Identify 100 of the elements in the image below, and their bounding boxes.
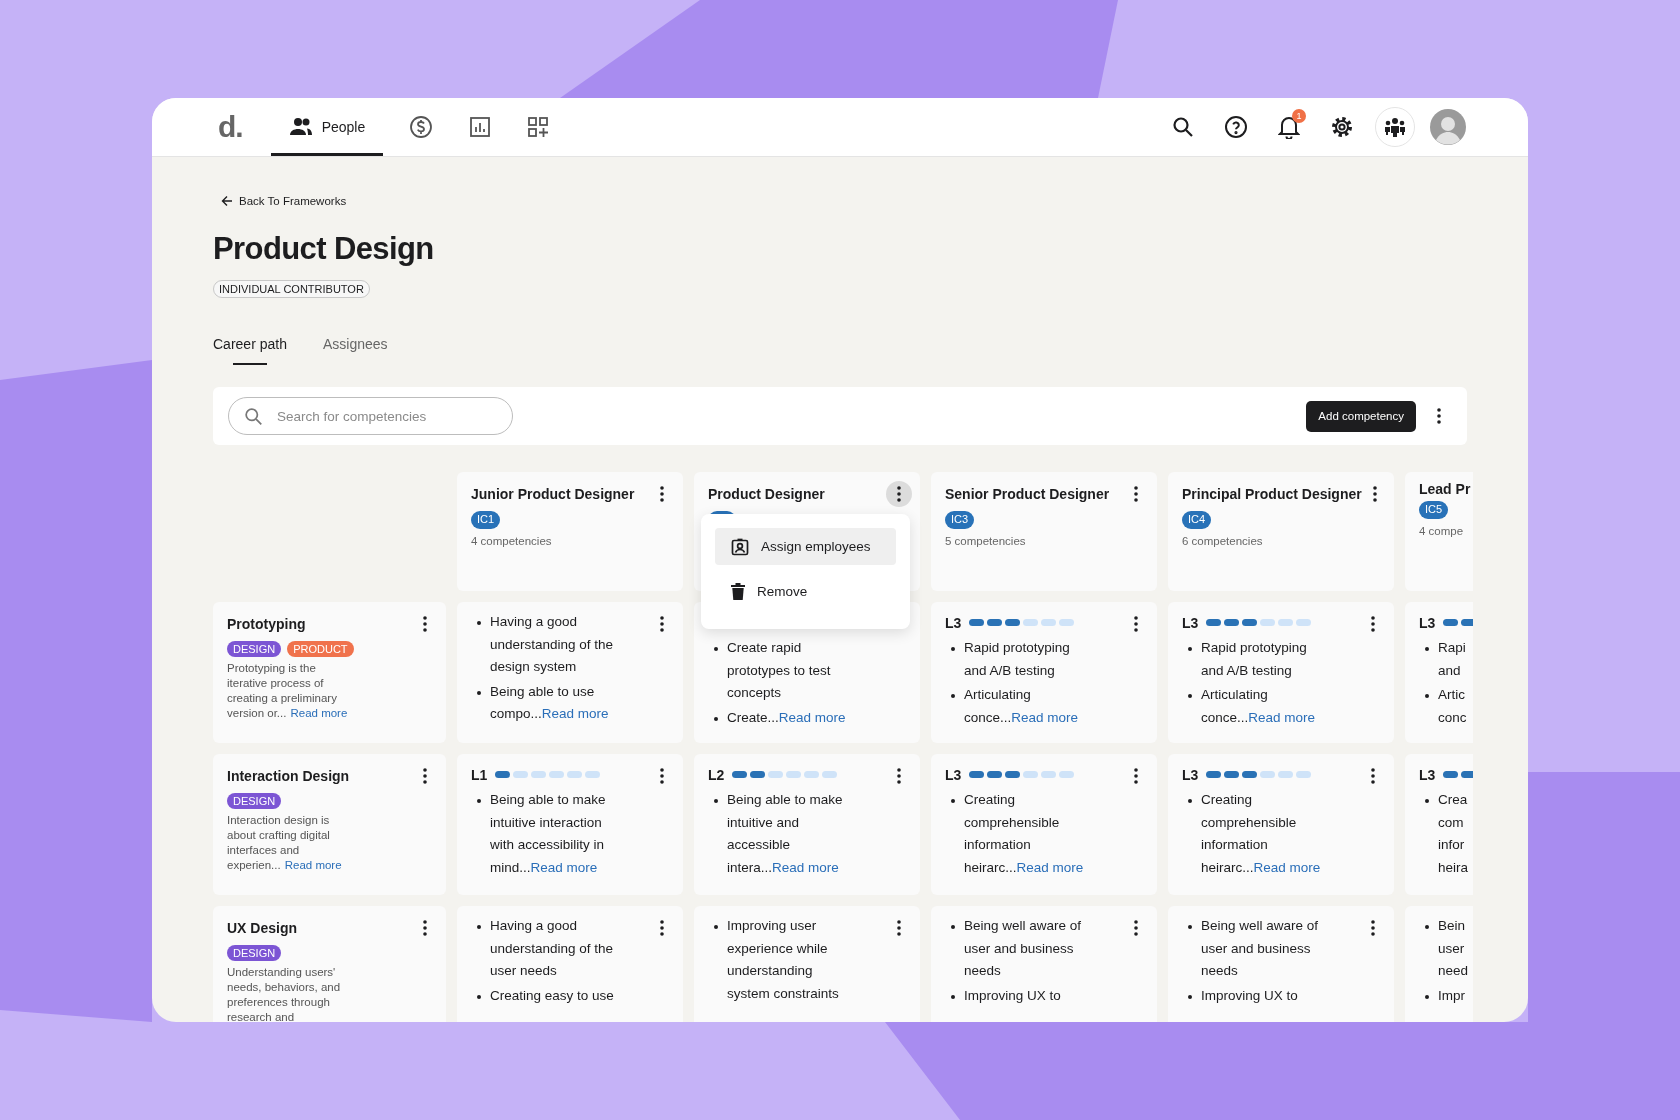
- bullet-icon: [1188, 994, 1192, 999]
- search-field[interactable]: Search for competencies: [228, 397, 513, 435]
- kebab-icon: [423, 768, 427, 784]
- logo: d.: [218, 110, 243, 144]
- kebab-icon: [1371, 768, 1375, 784]
- level-label: L3: [1419, 766, 1436, 783]
- competency-count: 4 competencies: [471, 535, 553, 547]
- bullet-text: Artic conc: [1438, 686, 1467, 727]
- read-more-link[interactable]: Read more: [1253, 859, 1321, 875]
- competency-description: Prototyping is the iterative process of creating a preliminary version or... Read more: [227, 661, 349, 721]
- team-icon: [1384, 117, 1406, 137]
- read-more-link[interactable]: Read more: [284, 859, 342, 871]
- bell-icon: [1278, 115, 1300, 139]
- level-badge: IC1: [471, 511, 501, 529]
- bullet-text: Articulating conce...Read more: [1201, 686, 1317, 727]
- settings-icon: [1330, 115, 1354, 139]
- kebab-icon: [660, 616, 664, 632]
- bullet-text: Being able to make intuitive and accessible intera...Read more: [727, 791, 844, 877]
- bullet-icon: [1425, 647, 1429, 651]
- bullet-icon: [1188, 694, 1192, 698]
- back-link[interactable]: Back To Frameworks: [221, 195, 347, 207]
- competency-count: 5 competencies: [945, 535, 1027, 547]
- bullet-icon: [1425, 799, 1429, 803]
- bullet-icon: [477, 690, 481, 695]
- bullet-icon: [477, 994, 481, 999]
- level-label: L3: [1419, 614, 1436, 631]
- level-label: L3: [945, 614, 962, 631]
- role-title: Junior Product Designer: [471, 486, 635, 502]
- trash-icon: [731, 583, 745, 600]
- avatar-button[interactable]: [1428, 107, 1468, 147]
- kebab-icon: [423, 920, 427, 936]
- kebab-icon: [897, 920, 901, 936]
- bullet-icon: [951, 925, 955, 929]
- kebab-icon: [660, 486, 664, 502]
- kebab-icon: [1371, 920, 1375, 936]
- read-more-link[interactable]: Read more: [541, 706, 609, 721]
- kebab-icon: [660, 920, 664, 936]
- more-button[interactable]: [886, 481, 912, 507]
- apps-icon: [527, 116, 550, 138]
- bullet-icon: [477, 799, 481, 803]
- read-more-link[interactable]: Read more: [1011, 709, 1079, 725]
- read-more-link[interactable]: Read more: [1016, 859, 1084, 875]
- bullet-text: Improving UX to: [1201, 986, 1299, 1005]
- bullet-text: Create...Read more: [727, 708, 847, 727]
- bullet-text: Create rapid prototypes to test concepts: [727, 639, 832, 702]
- people-icon: [288, 117, 313, 137]
- bar-chart-icon: [469, 116, 492, 138]
- level-label: L3: [1182, 766, 1199, 783]
- read-more-link[interactable]: Read more: [1248, 709, 1316, 725]
- competency-name: Interaction Design: [227, 768, 350, 784]
- bullet-text: Articulating conce...Read more: [964, 686, 1080, 727]
- bullet-icon: [714, 925, 718, 929]
- read-more-link[interactable]: Read more: [530, 859, 598, 875]
- add-competency-button[interactable]: Add competency: [1306, 400, 1416, 432]
- bullet-text: Being able to make intuitive interaction with accessibility in mind...Read more: [490, 791, 607, 877]
- bullet-icon: [714, 799, 718, 803]
- bullet-icon: [951, 694, 955, 698]
- nav-tab[interactable]: People: [270, 98, 384, 156]
- level-label: L3: [945, 766, 962, 783]
- bullet-icon: [1425, 994, 1429, 999]
- search-icon: [244, 407, 263, 426]
- bullet-icon: [477, 925, 481, 929]
- avatar-icon: [1430, 109, 1466, 145]
- bullet-text: Creating comprehensible information heirarc...Read more: [1201, 791, 1322, 877]
- bullet-icon: [1188, 799, 1192, 803]
- tab[interactable]: Assignees: [322, 332, 388, 365]
- competency-name: Prototyping: [227, 616, 306, 632]
- bullet-text: Bein user need: [1438, 917, 1469, 980]
- bullet-text: Having a good understanding of the design system: [490, 613, 615, 676]
- kebab-icon: [660, 768, 664, 784]
- bullet-text: Rapi and: [1438, 639, 1466, 680]
- competency-count: 6 competencies: [1182, 535, 1264, 547]
- bullet-icon: [951, 799, 955, 803]
- read-more-link[interactable]: Read more: [290, 707, 348, 719]
- role-title: Lead Pr: [1419, 481, 1471, 497]
- menu-item[interactable]: Assign employees: [715, 528, 896, 565]
- read-more-link[interactable]: Read more: [778, 709, 846, 725]
- menu-item[interactable]: Remove: [715, 573, 896, 610]
- kebab-icon: [1371, 616, 1375, 632]
- bullet-text: Being well aware of user and business needs: [1201, 917, 1320, 980]
- kebab-icon: [1134, 768, 1138, 784]
- read-more-link[interactable]: Read more: [772, 859, 839, 875]
- level-label: L3: [1182, 614, 1199, 631]
- role-title: Principal Product Designer: [1182, 486, 1362, 502]
- bullet-text: Being able to use compo...Read more: [490, 682, 610, 723]
- competency-description: Interaction design is about crafting digital interfaces and experien... Read more: [227, 813, 343, 873]
- competency-name: UX Design: [227, 920, 297, 936]
- bullet-text: Creating comprehensible information heirarc...Read more: [964, 791, 1085, 877]
- level-badge: IC3: [945, 511, 975, 529]
- kebab-icon: [423, 616, 427, 632]
- bullet-icon: [477, 621, 481, 625]
- bullet-text: Having a good understanding of the user needs: [490, 917, 615, 980]
- role-title: Product Designer: [708, 486, 825, 502]
- bullet-text: Impr: [1438, 986, 1465, 1005]
- bullet-text: Improving user experience while understanding system constraints: [727, 917, 840, 1003]
- bell-button[interactable]: 1: [1269, 107, 1309, 147]
- kebab-icon: [1437, 408, 1441, 424]
- kebab-icon: [1134, 616, 1138, 632]
- bullet-text: Improving UX to: [964, 986, 1062, 1005]
- level-label: L2: [708, 766, 725, 783]
